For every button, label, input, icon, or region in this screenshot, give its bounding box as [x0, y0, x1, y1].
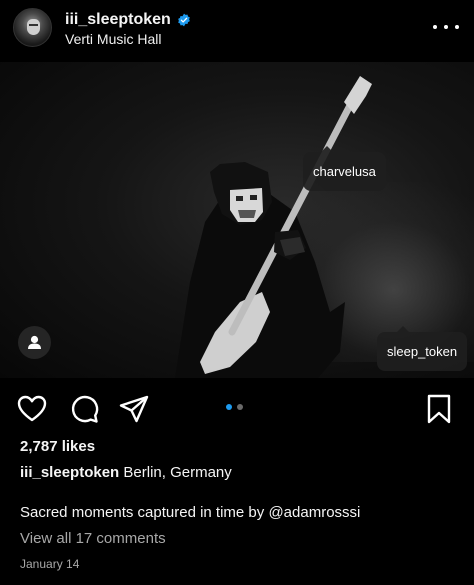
post-header: iii_sleeptoken Verti Music Hall [0, 0, 474, 62]
post-image[interactable]: charvelusa sleep_token [0, 62, 474, 378]
caption-text: Sacred moments captured in time by [20, 504, 269, 521]
username-row: iii_sleeptoken [65, 11, 191, 29]
photo-tag-sleep-token[interactable]: sleep_token [377, 326, 468, 371]
username[interactable]: iii_sleeptoken [65, 11, 171, 29]
tagged-users-button[interactable] [18, 326, 51, 359]
avatar[interactable] [13, 8, 52, 47]
comment-icon[interactable] [68, 393, 100, 425]
likes-count[interactable]: 2,787 likes [20, 438, 95, 455]
bookmark-icon[interactable] [423, 393, 455, 425]
post-date: January 14 [20, 557, 80, 571]
heart-icon[interactable] [16, 393, 48, 425]
caption-mention[interactable]: @adamrosssi [268, 504, 360, 521]
verified-badge-icon [177, 13, 190, 27]
caption-header: iii_sleeptoken Berlin, Germany [20, 464, 232, 481]
caption-location: Berlin, Germany [123, 464, 232, 481]
action-bar [0, 385, 474, 431]
location-link[interactable]: Verti Music Hall [65, 31, 161, 47]
caption-username[interactable]: iii_sleeptoken [20, 464, 119, 481]
photo-tag-charvelusa[interactable]: charvelusa [303, 146, 386, 191]
carousel-dot [237, 404, 243, 410]
caption: Sacred moments captured in time by @adam… [20, 504, 360, 521]
person-icon [28, 335, 41, 349]
view-comments-link[interactable]: View all 17 comments [20, 530, 166, 547]
carousel-indicator [226, 404, 243, 410]
more-options-icon[interactable] [433, 16, 459, 38]
carousel-dot-active [226, 404, 232, 410]
send-icon[interactable] [118, 393, 150, 425]
